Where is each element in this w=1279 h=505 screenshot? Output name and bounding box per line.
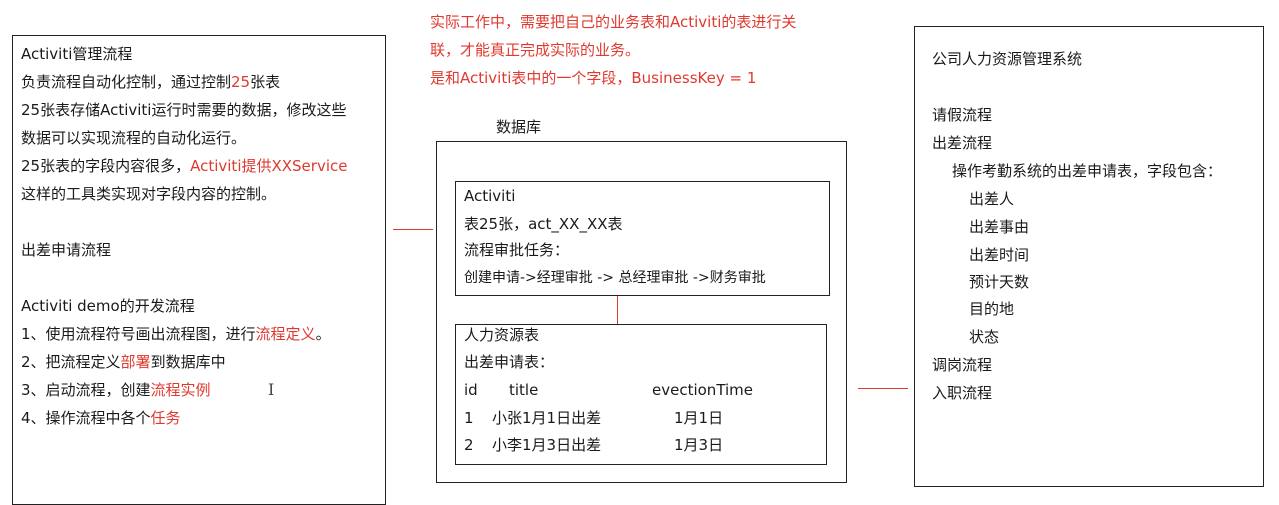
left-line-6: 这样的工具类实现对字段内容的控制。 (21, 185, 277, 203)
hr-col-id: id (464, 381, 478, 399)
right-field-3: 出差时间 (969, 246, 1030, 264)
left-demo-heading: Activiti demo的开发流程 (21, 297, 195, 315)
left-line-3: 25张表存储Activiti运行时需要的数据，修改这些 (21, 101, 347, 119)
left-step-1: 1、使用流程符号画出流程图，进行流程定义。 (21, 325, 331, 343)
table-row-1-title: 小张1月1日出差 (492, 409, 602, 427)
table-row-2-title: 小李1月3日出差 (492, 436, 602, 454)
left-step-3: 3、启动流程，创建流程实例 (21, 381, 211, 399)
table-row-2-time: 1月3日 (674, 436, 724, 454)
activiti-task-heading: 流程审批任务： (464, 241, 570, 259)
activiti-table-count: 表25张，act_XX_XX表 (464, 215, 623, 233)
right-process-transfer: 调岗流程 (932, 356, 993, 374)
activiti-title: Activiti (464, 187, 516, 205)
right-field-1: 出差人 (969, 190, 1015, 208)
top-note-line-1: 实际工作中，需要把自己的业务表和Activiti的表进行关 (430, 13, 797, 31)
hr-subtitle: 出差申请表： (464, 353, 555, 371)
hr-title: 人力资源表 (464, 326, 540, 344)
hr-col-title: title (509, 381, 539, 399)
left-step-2: 2、把流程定义部署到数据库中 (21, 353, 226, 371)
right-field-6: 状态 (969, 328, 1000, 346)
connector-db-right (858, 388, 908, 389)
left-line-5: 25张表的字段内容很多，Activiti提供XXService (21, 157, 348, 175)
right-field-4: 预计天数 (969, 273, 1030, 291)
left-line-4: 数据可以实现流程的自动化运行。 (21, 129, 247, 147)
connector-activiti-hr (617, 296, 618, 324)
connector-left-db (393, 229, 433, 230)
left-evection-heading: 出差申请流程 (21, 241, 112, 259)
activiti-task-chain: 创建申请->经理审批 -> 总经理审批 ->财务审批 (464, 270, 766, 286)
right-process-leave: 请假流程 (932, 106, 993, 124)
table-row-1-id: 1 (464, 409, 474, 427)
left-line-2: 负责流程自动化控制，通过控制25张表 (21, 73, 281, 91)
right-field-5: 目的地 (969, 300, 1015, 318)
right-process-onboard: 入职流程 (932, 384, 993, 402)
activiti-tables-box: Activiti 表25张，act_XX_XX表 流程审批任务： 创建申请->经… (455, 181, 830, 296)
right-process-evection: 出差流程 (932, 134, 993, 152)
left-step-4: 4、操作流程中各个任务 (21, 409, 181, 427)
hr-system-box: 公司人力资源管理系统 请假流程 出差流程 操作考勤系统的出差申请表，字段包含： … (914, 26, 1264, 487)
hr-table-box: 人力资源表 出差申请表： id title evectionTime 1 小张1… (455, 324, 827, 465)
top-note-line-2: 联，才能真正完成实际的业务。 (430, 41, 641, 59)
table-row-2-id: 2 (464, 436, 474, 454)
left-title: Activiti管理流程 (21, 45, 133, 63)
right-title: 公司人力资源管理系统 (932, 50, 1083, 68)
top-note-line-3: 是和Activiti表中的一个字段，BusinessKey = 1 (430, 69, 757, 87)
database-label: 数据库 (496, 118, 542, 136)
hr-col-evection-time: evectionTime (652, 381, 754, 399)
right-evection-desc: 操作考勤系统的出差申请表，字段包含： (952, 162, 1223, 180)
text-cursor-icon: I (268, 380, 275, 399)
activiti-overview-box: Activiti管理流程 负责流程自动化控制，通过控制25张表 25张表存储Ac… (12, 35, 386, 505)
right-field-2: 出差事由 (969, 218, 1030, 236)
table-row-1-time: 1月1日 (674, 409, 724, 427)
